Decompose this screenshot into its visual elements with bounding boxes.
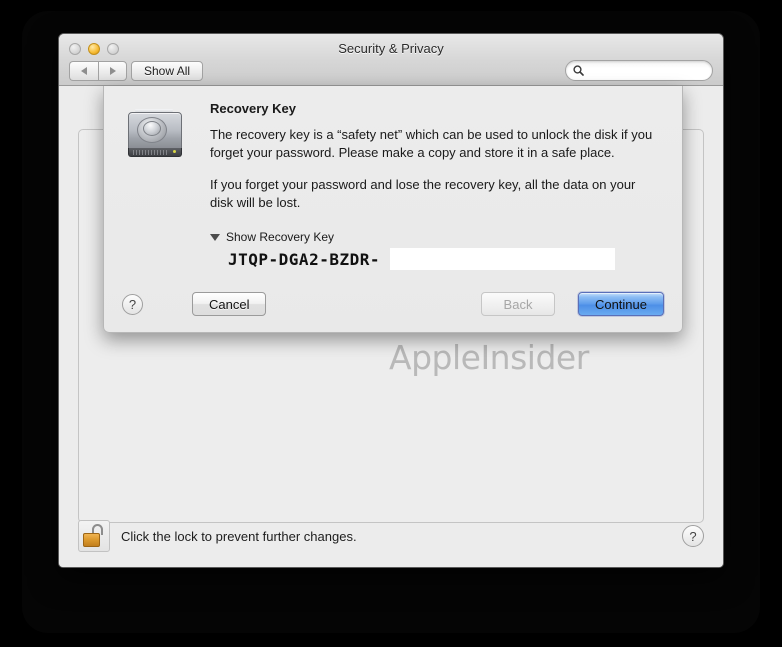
- continue-button-label: Continue: [594, 296, 647, 312]
- forward-button[interactable]: [98, 61, 127, 81]
- help-button-main[interactable]: ?: [682, 525, 704, 547]
- back-button-sheet[interactable]: Back: [481, 292, 555, 316]
- sheet-paragraph-2: If you forget your password and lose the…: [210, 177, 636, 210]
- window-titlebar: Security & Privacy Show All: [59, 34, 723, 86]
- footer-lock-row: Click the lock to prevent further change…: [78, 519, 704, 553]
- help-button[interactable]: ?: [122, 294, 143, 315]
- unlocked-padlock-icon[interactable]: [78, 520, 110, 552]
- navigation-buttons: [69, 61, 127, 81]
- sheet-paragraph-1: The recovery key is a “safety net” which…: [210, 127, 653, 160]
- search-icon: [573, 65, 584, 76]
- show-recovery-key-disclosure[interactable]: Show Recovery Key: [210, 230, 682, 244]
- continue-button[interactable]: Continue: [577, 292, 664, 316]
- cancel-button[interactable]: Cancel: [192, 292, 267, 316]
- search-field[interactable]: [565, 60, 713, 81]
- disclosure-triangle-down-icon: [210, 233, 220, 241]
- padlock-body: [83, 533, 100, 547]
- drive-vents: [133, 150, 167, 155]
- show-all-button[interactable]: Show All: [131, 61, 204, 81]
- recovery-key-value: JTQP-DGA2-BZDR-: [228, 250, 380, 269]
- drive-hub-inner: [143, 121, 161, 136]
- sheet-button-row: ? Cancel Back Continue: [104, 292, 682, 318]
- recovery-key-sheet: Recovery Key The recovery key is a “safe…: [103, 86, 683, 333]
- back-button[interactable]: [69, 61, 98, 81]
- internal-hard-drive-icon: [124, 104, 186, 166]
- lock-caption: Click the lock to prevent further change…: [121, 528, 357, 544]
- disclosure-label: Show Recovery Key: [226, 230, 335, 244]
- recovery-key-display[interactable]: JTQP-DGA2-BZDR-: [228, 248, 682, 276]
- drive-slot: [135, 109, 173, 112]
- desktop-backdrop: Security & Privacy Show All AppleInsider…: [0, 0, 782, 647]
- back-button-label: Back: [503, 296, 533, 312]
- security-privacy-window: Security & Privacy Show All AppleInsider…: [58, 33, 724, 568]
- show-all-label: Show All: [144, 64, 191, 78]
- window-content: General Disk Encryption Firewall Privacy…: [59, 86, 723, 567]
- window-title: Security & Privacy: [338, 41, 444, 56]
- help-button-main-label: ?: [689, 528, 697, 544]
- back-arrow-icon: [81, 67, 87, 75]
- help-button-label: ?: [128, 297, 137, 312]
- recovery-key-redaction-overlay: [390, 248, 615, 270]
- cancel-button-label: Cancel: [209, 296, 250, 312]
- forward-arrow-icon: [109, 67, 116, 75]
- drive-led-icon: [173, 150, 176, 153]
- search-input[interactable]: [588, 63, 710, 78]
- applensider-watermark: AppleInsider: [389, 338, 589, 377]
